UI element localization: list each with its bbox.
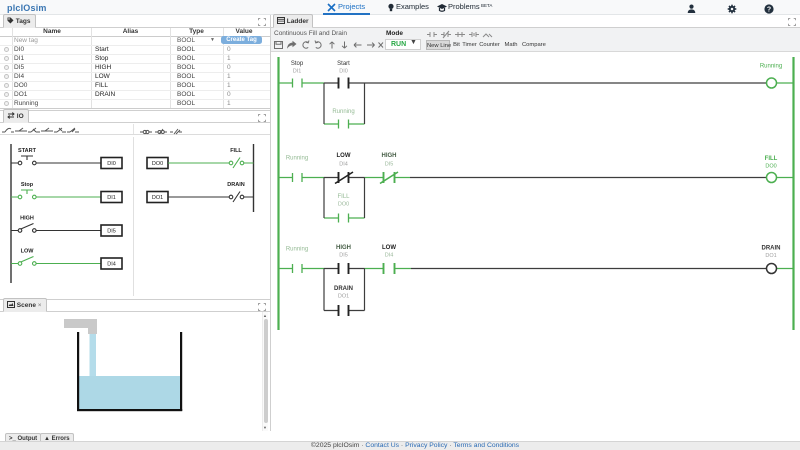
svg-text:DI1: DI1 (107, 195, 116, 201)
svg-text:FILL: FILL (230, 148, 242, 154)
svg-text:LOW: LOW (337, 153, 351, 159)
svg-text:DO1: DO1 (152, 195, 163, 201)
svg-text:DO0: DO0 (765, 164, 776, 170)
svg-text:DRAIN: DRAIN (334, 286, 353, 292)
svg-text:DI4: DI4 (339, 162, 348, 168)
svg-text:HIGH: HIGH (20, 216, 34, 222)
svg-text:DI5: DI5 (385, 162, 394, 168)
svg-text:DI0: DI0 (107, 161, 116, 167)
svg-text:DI4: DI4 (385, 253, 394, 259)
svg-text:LOW: LOW (382, 245, 396, 251)
svg-text:DO1: DO1 (338, 294, 349, 300)
svg-text:Running: Running (286, 156, 308, 162)
svg-text:Running: Running (286, 247, 308, 253)
svg-text:?: ? (767, 7, 771, 14)
svg-text:FILL: FILL (337, 194, 350, 200)
svg-text:LOW: LOW (21, 249, 35, 255)
svg-text:DI1: DI1 (293, 69, 302, 75)
svg-text:HIGH: HIGH (336, 245, 351, 251)
svg-text:Running: Running (760, 64, 782, 70)
svg-text:Stop: Stop (291, 61, 304, 67)
svg-text:DI5: DI5 (107, 229, 116, 235)
svg-text:DO1: DO1 (765, 253, 776, 259)
svg-text:Stop: Stop (21, 182, 34, 188)
svg-text:DO0: DO0 (152, 161, 163, 167)
svg-text:DRAIN: DRAIN (762, 246, 781, 252)
svg-text:DI0: DI0 (339, 69, 348, 75)
svg-text:HIGH: HIGH (382, 153, 397, 159)
svg-text:Running: Running (332, 109, 354, 115)
svg-text:Start: Start (337, 61, 350, 67)
svg-text:DRAIN: DRAIN (227, 182, 244, 188)
svg-text:DI5: DI5 (339, 253, 348, 259)
svg-text:DI4: DI4 (107, 262, 116, 268)
svg-text:DO0: DO0 (338, 202, 349, 208)
svg-text:FILL: FILL (765, 156, 778, 162)
svg-text:START: START (18, 148, 37, 154)
